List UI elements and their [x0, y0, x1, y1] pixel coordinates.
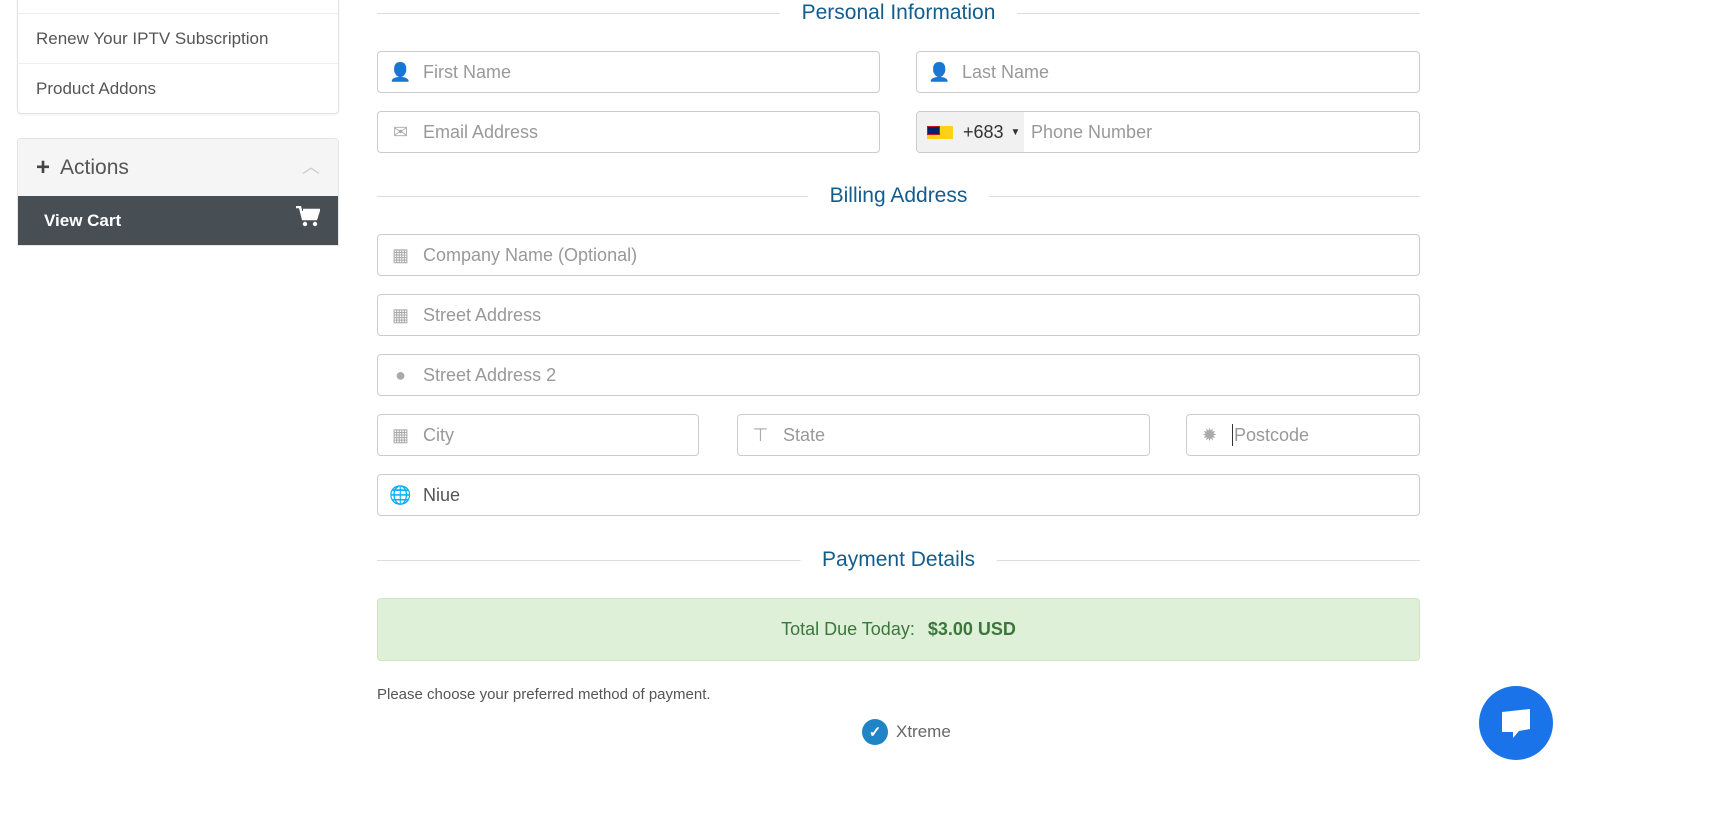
payment-method-xtreme[interactable]: ✓ Xtreme [862, 719, 951, 745]
city-input[interactable]: ▦ City [377, 414, 699, 456]
placeholder: Last Name [962, 61, 1050, 82]
niue-flag-icon [927, 125, 953, 139]
total-label: Total Due Today: [781, 619, 915, 639]
globe-icon: 🌐 [389, 484, 412, 505]
plus-icon: + [36, 153, 51, 181]
user-icon: 👤 [389, 61, 412, 82]
sidebar-item-top[interactable] [18, 0, 338, 13]
street2-input[interactable]: ● Street Address 2 [377, 354, 1420, 396]
sidebar-item-renew[interactable]: Renew Your IPTV Subscription [18, 13, 338, 63]
map-marker-icon: ● [395, 364, 406, 385]
user-icon: 👤 [928, 61, 951, 82]
certificate-icon: ✹ [1201, 424, 1218, 445]
placeholder: Street Address 2 [423, 364, 557, 385]
placeholder: Phone Number [1031, 121, 1153, 142]
placeholder: State [783, 424, 826, 445]
payment-method-label: Xtreme [896, 722, 951, 741]
building-icon: ▦ [391, 304, 409, 325]
section-title: Billing Address [807, 183, 990, 208]
section-title: Payment Details [800, 547, 997, 572]
building-icon: ▦ [391, 244, 409, 265]
sidebar-item-addons[interactable]: Product Addons [18, 63, 338, 113]
check-icon: ✓ [862, 719, 888, 745]
country-code: +683 [963, 121, 1004, 142]
email-input[interactable]: ✉ Email Address [377, 111, 880, 153]
placeholder: Postcode [1234, 424, 1310, 445]
building-icon: ▦ [391, 424, 409, 445]
placeholder: City [423, 424, 454, 445]
cart-icon [296, 206, 320, 227]
first-name-input[interactable]: 👤 First Name [377, 51, 880, 93]
caret-down-icon: ▼ [1010, 126, 1021, 138]
placeholder: First Name [423, 61, 512, 82]
state-input[interactable]: ⊤ State [737, 414, 1150, 456]
placeholder: Street Address [423, 304, 542, 325]
company-input[interactable]: ▦ Company Name (Optional) [377, 234, 1420, 276]
phone-input[interactable]: +683 ▼ Phone Number [916, 111, 1420, 153]
section-title: Personal Information [779, 0, 1018, 25]
total-due-banner: Total Due Today: $3.00 USD [377, 598, 1420, 661]
view-cart-label: View Cart [44, 210, 122, 230]
last-name-input[interactable]: 👤 Last Name [916, 51, 1420, 93]
payment-instructions: Please choose your preferred method of p… [377, 686, 711, 703]
street-input[interactable]: ▦ Street Address [377, 294, 1420, 336]
actions-header[interactable]: + Actions ︿ [18, 139, 338, 196]
placeholder: Company Name (Optional) [423, 244, 638, 265]
signpost-icon: ⊤ [752, 424, 769, 445]
section-personal: Personal Information [377, 0, 1420, 25]
sidebar-list: Renew Your IPTV Subscription Product Add… [17, 0, 339, 114]
chevron-up-icon[interactable]: ︿ [302, 153, 320, 179]
actions-title: Actions [60, 155, 129, 179]
country-select[interactable]: 🌐 Niue [377, 474, 1420, 516]
postcode-input[interactable]: ✹ Postcode [1186, 414, 1420, 456]
section-billing: Billing Address [377, 183, 1420, 208]
envelope-icon: ✉ [392, 121, 409, 142]
actions-panel: + Actions ︿ View Cart [17, 138, 339, 246]
country-value: Niue [423, 484, 461, 505]
section-payment: Payment Details [377, 547, 1420, 572]
placeholder: Email Address [423, 121, 539, 142]
chat-button[interactable] [1479, 686, 1553, 760]
chat-icon [1502, 709, 1530, 738]
view-cart-link[interactable]: View Cart [18, 196, 338, 245]
country-code-select[interactable]: +683 ▼ [917, 112, 1024, 152]
total-value: $3.00 USD [927, 619, 1016, 639]
